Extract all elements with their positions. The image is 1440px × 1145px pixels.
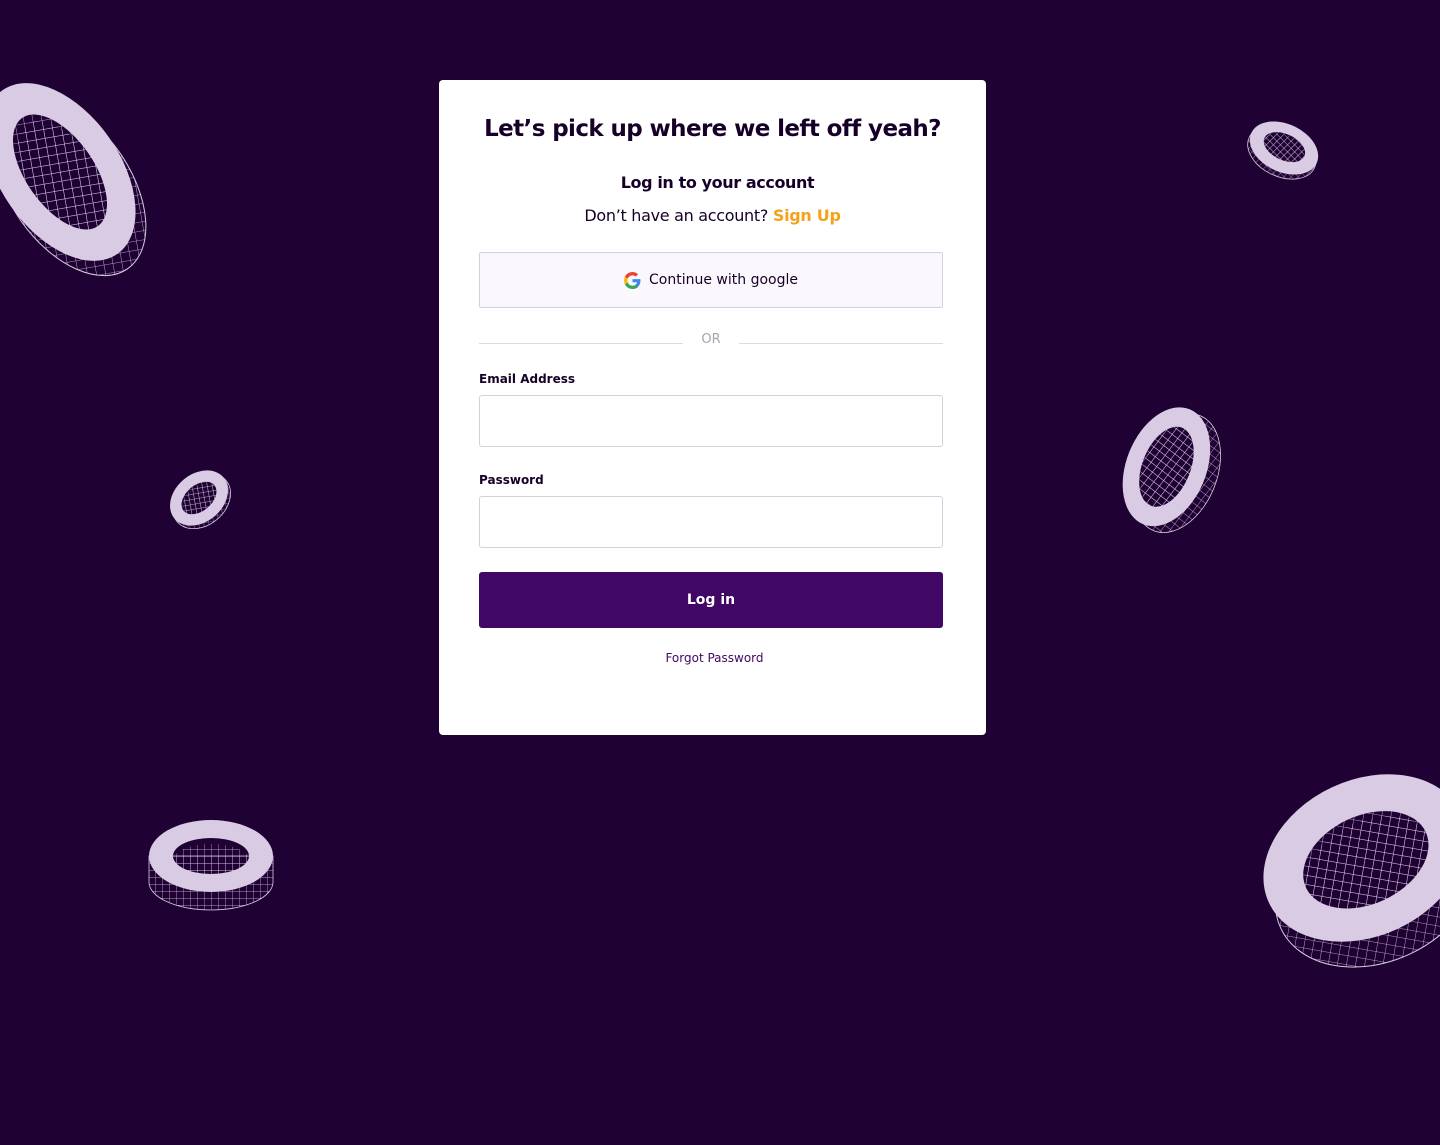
signup-prompt-row: Don’t have an account? Sign Up: [439, 206, 986, 225]
signup-prompt: Don’t have an account?: [584, 206, 769, 225]
decorative-ring-icon: [1122, 407, 1221, 533]
google-button-label: Continue with google: [649, 272, 798, 288]
email-field[interactable]: [479, 395, 943, 447]
google-g-icon: [624, 271, 641, 289]
password-label: Password: [479, 473, 544, 487]
login-button[interactable]: Log in: [479, 572, 943, 628]
decorative-ring-icon: [148, 820, 274, 911]
divider-line: [739, 343, 943, 344]
signup-link[interactable]: Sign Up: [773, 206, 841, 225]
email-label: Email Address: [479, 372, 576, 386]
login-subtitle: Log in to your account: [620, 173, 815, 192]
google-signin-button[interactable]: Continue with google: [479, 252, 943, 308]
divider-text: OR: [701, 332, 721, 347]
password-field[interactable]: [479, 496, 943, 548]
decorative-ring-icon: [0, 83, 147, 277]
page-title: Let’s pick up where we left off yeah?: [484, 116, 941, 142]
or-divider: OR: [479, 332, 943, 352]
login-card: Let’s pick up where we left off yeah? Lo…: [439, 80, 986, 735]
decorative-ring-icon: [1247, 121, 1319, 180]
forgot-password-link[interactable]: Forgot Password: [439, 651, 986, 665]
decorative-ring-icon: [1263, 774, 1440, 968]
decorative-ring-icon: [170, 470, 231, 530]
